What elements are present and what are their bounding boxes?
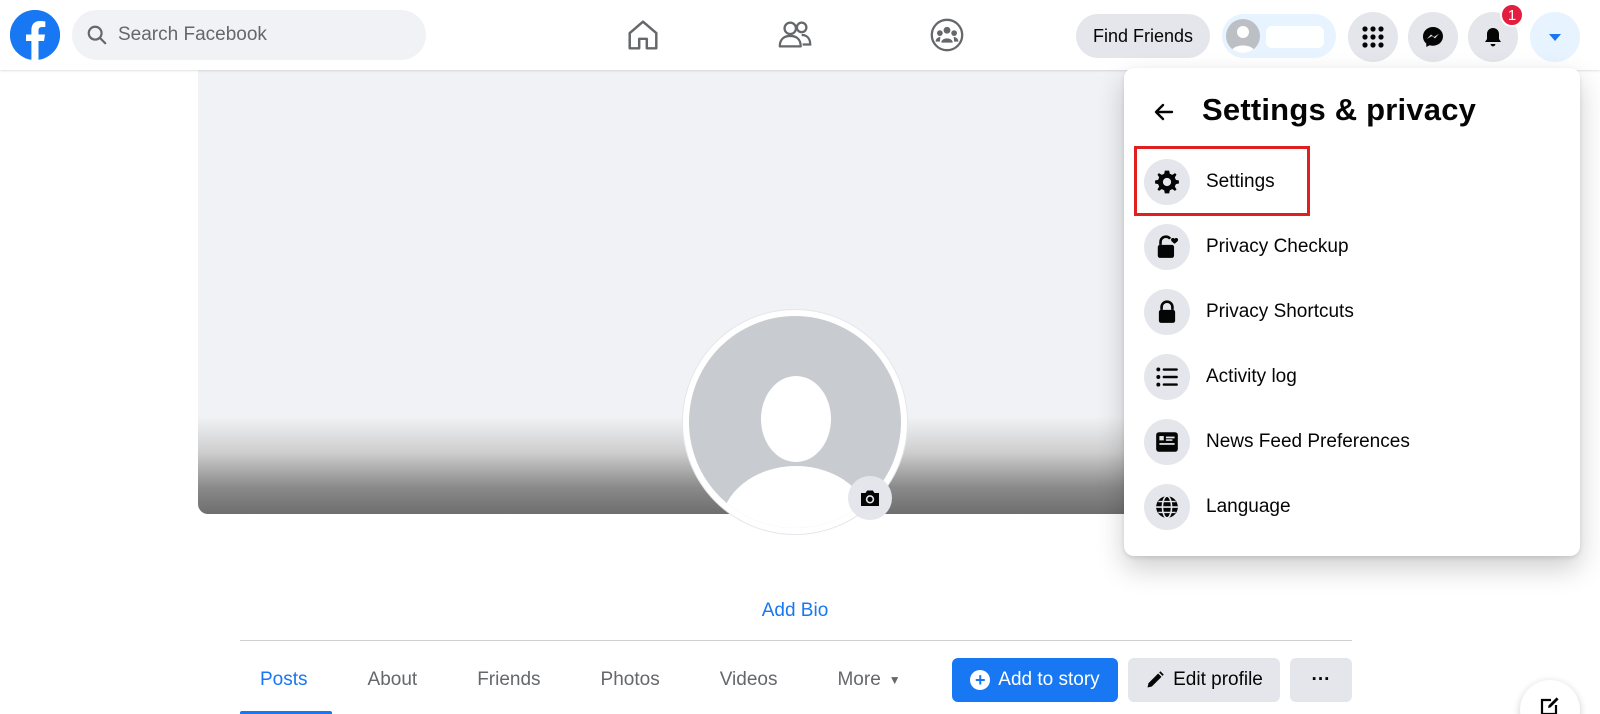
home-icon xyxy=(628,20,658,50)
facebook-logo-icon[interactable] xyxy=(10,10,60,60)
search-bar[interactable] xyxy=(72,10,426,60)
add-bio-link[interactable]: Add Bio xyxy=(700,600,890,622)
arrow-left-icon xyxy=(1154,103,1174,121)
gear-icon xyxy=(1155,170,1179,194)
edit-profile-button[interactable]: Edit profile xyxy=(1128,658,1280,702)
menu-button[interactable] xyxy=(1348,12,1398,62)
find-friends-button[interactable]: Find Friends xyxy=(1076,14,1210,58)
tab-photos[interactable]: Photos xyxy=(601,669,680,691)
lock-icon xyxy=(1158,300,1176,323)
menu-item-activity-log[interactable]: Activity log xyxy=(1144,349,1564,405)
menu-item-settings[interactable]: Settings xyxy=(1144,154,1564,210)
add-to-story-button[interactable]: + Add to story xyxy=(952,658,1118,702)
pencil-icon xyxy=(1147,671,1164,688)
caret-down-icon: ▼ xyxy=(888,673,901,687)
menu-title: Settings & privacy xyxy=(1202,92,1477,127)
groups-nav-button[interactable] xyxy=(924,12,970,58)
settings-privacy-menu: Settings & privacy Settings Privacy Chec… xyxy=(1124,68,1580,556)
compose-icon xyxy=(1540,697,1559,714)
feed-icon xyxy=(1156,432,1178,452)
notification-count-badge: 1 xyxy=(1500,3,1524,27)
lock-heart-icon xyxy=(1157,235,1179,258)
tab-friends[interactable]: Friends xyxy=(477,669,560,691)
list-icon xyxy=(1156,367,1178,387)
menu-item-privacy-shortcuts[interactable]: Privacy Shortcuts xyxy=(1144,284,1564,340)
menu-item-language[interactable]: Language xyxy=(1144,479,1564,535)
top-navigation-bar: Find Friends 1 xyxy=(0,0,1600,70)
more-dots-icon: ··· xyxy=(1311,669,1331,690)
messenger-button[interactable] xyxy=(1408,12,1458,62)
tab-more[interactable]: More ▼ xyxy=(837,669,920,691)
update-profile-picture-button[interactable] xyxy=(848,476,892,520)
tab-videos[interactable]: Videos xyxy=(720,669,798,691)
profile-shortcut-button[interactable] xyxy=(1222,14,1336,58)
account-caret-icon xyxy=(1549,34,1561,41)
back-button[interactable] xyxy=(1146,94,1182,130)
menu-item-news-feed-preferences[interactable]: News Feed Preferences xyxy=(1144,414,1564,470)
messenger-icon xyxy=(1423,27,1443,47)
bell-icon xyxy=(1485,28,1501,47)
account-button[interactable] xyxy=(1530,12,1580,62)
groups-icon xyxy=(930,18,964,52)
menu-item-privacy-checkup[interactable]: Privacy Checkup xyxy=(1144,219,1564,275)
friends-icon xyxy=(778,21,812,48)
new-message-button[interactable] xyxy=(1520,680,1580,714)
search-icon xyxy=(87,25,107,45)
divider xyxy=(240,640,1352,641)
plus-icon: + xyxy=(970,670,991,690)
profile-tabs: Posts About Friends Photos Videos More ▼ xyxy=(240,660,961,700)
more-options-button[interactable]: ··· xyxy=(1290,658,1352,702)
search-input[interactable] xyxy=(118,24,408,46)
redacted-name xyxy=(1266,26,1324,48)
camera-icon xyxy=(861,490,879,506)
globe-icon xyxy=(1156,495,1178,519)
avatar xyxy=(1226,19,1260,53)
tab-posts[interactable]: Posts xyxy=(240,669,328,691)
home-nav-button[interactable] xyxy=(620,12,666,58)
tab-about[interactable]: About xyxy=(368,669,438,691)
friends-nav-button[interactable] xyxy=(772,12,818,58)
menu-grid-icon xyxy=(1362,26,1384,48)
